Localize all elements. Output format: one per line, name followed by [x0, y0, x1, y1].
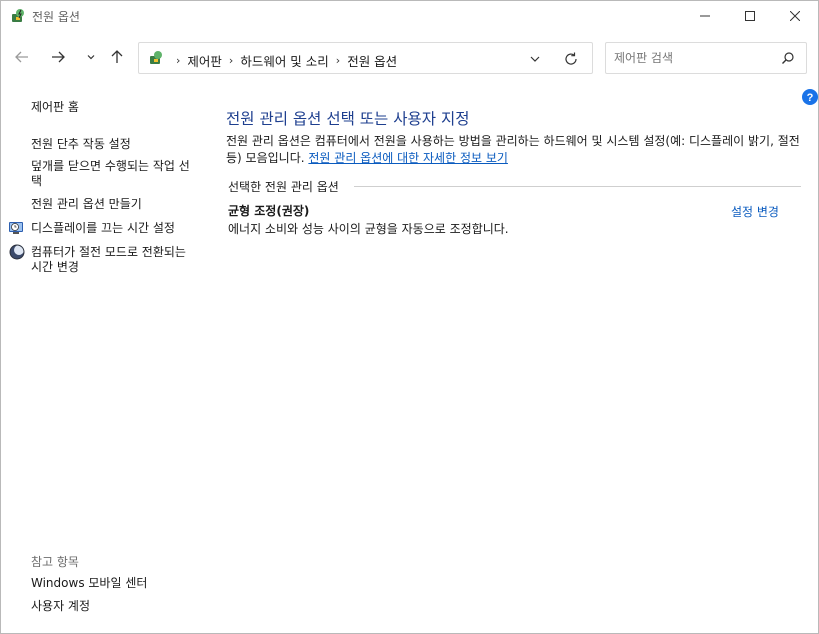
breadcrumb-hardware-sound[interactable]: 하드웨어 및 소리	[240, 51, 328, 70]
search-box[interactable]	[605, 42, 807, 74]
svg-text:?: ?	[807, 92, 814, 104]
close-button[interactable]	[772, 1, 818, 33]
breadcrumb-control-panel[interactable]: 제어판	[187, 51, 222, 70]
help-icon[interactable]: ?	[802, 89, 818, 105]
more-info-link[interactable]: 전원 관리 옵션에 대한 자세한 정보 보기	[308, 151, 508, 165]
plan-name: 균형 조정(권장)	[228, 204, 310, 218]
control-panel-icon	[148, 50, 164, 66]
create-power-plan-link[interactable]: 전원 관리 옵션 만들기	[31, 197, 142, 212]
display-clock-icon	[9, 220, 25, 236]
sleep-time-link[interactable]: 컴퓨터가 절전 모드로 전환되는 시간 변경	[31, 245, 196, 275]
refresh-icon[interactable]	[563, 51, 579, 67]
breadcrumb: › 제어판 › 하드웨어 및 소리 › 전원 옵션	[169, 51, 397, 70]
maximize-button[interactable]	[727, 1, 773, 33]
chevron-down-icon[interactable]	[527, 51, 543, 67]
lid-close-action-link[interactable]: 덮개를 닫으면 수행되는 작업 선택	[31, 159, 196, 189]
user-accounts-link[interactable]: 사용자 계정	[31, 599, 90, 614]
display-off-time-link[interactable]: 디스플레이를 끄는 시간 설정	[31, 221, 175, 236]
power-button-behavior-link[interactable]: 전원 단추 작동 설정	[31, 137, 131, 152]
minimize-button[interactable]	[682, 1, 728, 33]
minimize-icon	[700, 10, 710, 24]
maximize-icon	[745, 10, 755, 24]
back-arrow-icon	[14, 49, 30, 68]
window-title: 전원 옵션	[32, 10, 80, 24]
selected-plan-section: 선택한 전원 관리 옵션	[228, 178, 801, 194]
breadcrumb-power-options[interactable]: 전원 옵션	[347, 51, 397, 70]
change-plan-settings-link[interactable]: 설정 변경	[731, 203, 779, 220]
forward-arrow-icon	[50, 49, 66, 68]
left-pane: 제어판 홈 전원 단추 작동 설정 덮개를 닫으면 수행되는 작업 선택 전원 …	[1, 83, 206, 634]
section-label: 선택한 전원 관리 옵션	[228, 180, 339, 194]
recent-locations-button[interactable]	[79, 46, 103, 70]
back-button[interactable]	[10, 46, 34, 70]
breadcrumb-separator-icon: ›	[335, 54, 341, 67]
section-divider	[354, 186, 801, 187]
page-description: 전원 관리 옵션은 컴퓨터에서 전원을 사용하는 방법을 관리하는 하드웨어 및…	[226, 133, 801, 167]
forward-button[interactable]	[46, 46, 70, 70]
breadcrumb-separator-icon: ›	[176, 54, 181, 67]
breadcrumb-separator-icon: ›	[228, 54, 234, 67]
power-options-icon	[10, 8, 26, 24]
title-bar: 전원 옵션	[1, 1, 818, 33]
up-arrow-icon	[109, 49, 125, 68]
control-panel-home-link[interactable]: 제어판 홈	[31, 100, 79, 115]
windows-mobility-center-link[interactable]: Windows 모바일 센터	[31, 576, 147, 591]
search-icon[interactable]	[781, 51, 795, 65]
sleep-moon-icon	[9, 244, 25, 260]
navigation-bar: › 제어판 › 하드웨어 및 소리 › 전원 옵션	[1, 33, 818, 83]
page-title: 전원 관리 옵션 선택 또는 사용자 지정	[226, 110, 470, 128]
up-button[interactable]	[105, 46, 129, 70]
address-bar[interactable]: › 제어판 › 하드웨어 및 소리 › 전원 옵션	[138, 42, 593, 74]
close-icon	[789, 10, 801, 24]
plan-description: 에너지 소비와 성능 사이의 균형을 자동으로 조정합니다.	[228, 222, 509, 236]
power-options-window: 전원 옵션 › 제어판 › 하드웨어 및 소리 › 전원 옵션 제어판 검색 ?…	[0, 0, 819, 634]
see-also-header: 참고 항목	[31, 555, 79, 569]
search-input[interactable]	[614, 49, 774, 67]
recent-dropdown-icon	[86, 51, 96, 65]
